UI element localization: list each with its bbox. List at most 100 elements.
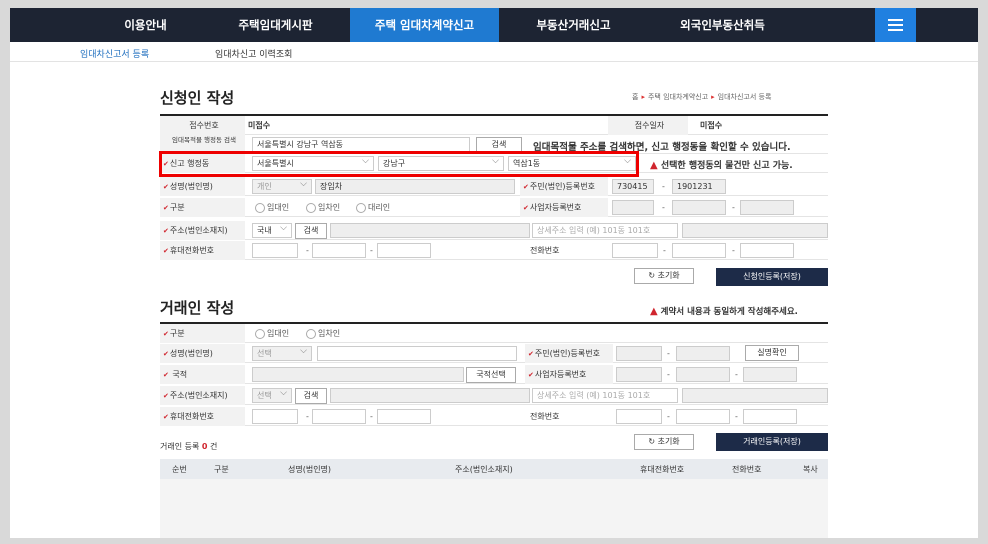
cp-count: 거래인 등록 0 건 — [160, 442, 218, 451]
cp-phone-dash: - — [735, 412, 738, 421]
bizno-dash: - — [662, 203, 665, 212]
mobile-second-input[interactable] — [312, 243, 366, 258]
breadcrumb-lease[interactable]: 주택 임대차계약신고 — [648, 93, 708, 101]
subnav-history[interactable]: 임대차신고 이력조회 — [215, 47, 292, 60]
cp-name-type-select[interactable]: 선택 — [252, 345, 312, 361]
top-nav: 이용안내 주택임대게시판 주택 임대차계약신고 부동산거래신고 외국인부동산취득 — [10, 8, 978, 42]
th-phone: 전화번호 — [732, 465, 762, 474]
cp-address-country-select[interactable]: 선택 — [252, 387, 292, 403]
admin-dong-note: ▲ 선택한 행정동의 물건만 신고 가능. — [650, 160, 793, 171]
radio-agent[interactable]: 대리인 — [356, 198, 390, 217]
phone-first-input[interactable] — [612, 243, 658, 258]
cp-mobile-first-input[interactable] — [252, 409, 298, 424]
bizno-third-input[interactable] — [740, 200, 794, 215]
warning-icon: ▲ — [650, 306, 658, 317]
receipt-no-value: 미접수 — [248, 121, 271, 130]
phone-dash: - — [732, 246, 735, 255]
cp-bizno-dash: - — [667, 370, 670, 379]
name-type-select[interactable]: 개인 — [252, 178, 312, 194]
radio-lessor[interactable]: 임대인 — [255, 198, 289, 217]
row-receipt: 접수번호 미접수 접수일자 미접수 — [160, 116, 828, 135]
lease-addr-input[interactable]: 서울특별시 강남구 역삼동 — [252, 137, 470, 152]
nav-item-lease-report[interactable]: 주택 임대차계약신고 — [350, 8, 499, 42]
cp-bizno-first-input[interactable] — [616, 367, 662, 382]
phone-third-input[interactable] — [740, 243, 794, 258]
nation-select-button[interactable]: 국적선택 — [466, 367, 516, 383]
cp-address-detail-input[interactable]: 상세주소 입력 (예) 101동 101호 — [532, 388, 678, 403]
refresh-icon: ↻ — [648, 271, 656, 280]
nav-item-foreigner[interactable]: 외국인부동산취득 — [648, 8, 797, 42]
cp-rrn-dash: - — [667, 349, 670, 358]
address-country-select[interactable]: 국내 — [252, 222, 292, 238]
phone-second-input[interactable] — [672, 243, 726, 258]
cp-type-label: ✔구분 — [160, 324, 245, 343]
cp-nation-label: ✔ 국적 — [160, 365, 245, 384]
th-copy: 복사 — [803, 465, 818, 474]
cp-save-button[interactable]: 거래인등록(저장) — [716, 433, 828, 451]
mobile-label: ✔휴대전화번호 — [160, 241, 245, 260]
cp-phone-label: 전화번호 — [530, 412, 560, 421]
radio-lessee[interactable]: 임차인 — [306, 198, 340, 217]
cp-phone-second-input[interactable] — [676, 409, 730, 424]
applicant-reset-button[interactable]: ↻ 초기화 — [634, 268, 694, 284]
cp-bizno-dash: - — [735, 370, 738, 379]
subnav-register[interactable]: 임대차신고서 등록 — [80, 47, 149, 60]
breadcrumb: 홈 ▸ 주택 임대차계약신고 ▸ 임대차신고서 등록 — [632, 93, 772, 101]
nav-item-guide[interactable]: 이용안내 — [90, 8, 201, 42]
cp-mobile-label: ✔휴대전화번호 — [160, 407, 245, 426]
cp-bizno-second-input[interactable] — [676, 367, 730, 382]
table-header: 순번 구분 성명(법인명) 주소(법인소재지) 휴대전화번호 전화번호 복사 — [160, 459, 828, 479]
nav-item-realestate-report[interactable]: 부동산거래신고 — [499, 8, 648, 42]
address-input[interactable] — [330, 223, 530, 238]
row-address: ✔주소(법인소재지) 국내 검색 상세주소 입력 (예) 101동 101호 — [160, 221, 828, 240]
cp-mobile-dash: - — [370, 412, 373, 421]
cp-bizno-third-input[interactable] — [743, 367, 797, 382]
cp-address-search-button[interactable]: 검색 — [295, 388, 327, 404]
verify-name-button[interactable]: 실명확인 — [745, 345, 799, 361]
rrn-second-input[interactable]: 1901231 — [672, 179, 726, 194]
row-type: ✔구분 임대인 임차인 대리인 ✔사업자등록번호 - - — [160, 198, 828, 217]
refresh-icon: ↻ — [648, 437, 656, 446]
cp-phone-dash: - — [667, 412, 670, 421]
receipt-date-value: 미접수 — [700, 121, 723, 130]
mobile-first-input[interactable] — [252, 243, 298, 258]
cp-nation-input[interactable] — [252, 367, 464, 382]
cp-rrn-second-input[interactable] — [676, 346, 730, 361]
rrn-first-input[interactable]: 730415 — [612, 179, 654, 194]
row-cp-phone: ✔휴대전화번호 - - 전화번호 - - — [160, 407, 828, 426]
cp-radio-lessor[interactable]: 임대인 — [255, 324, 289, 343]
cp-address-input[interactable] — [330, 388, 530, 403]
row-cp-name: ✔성명(법인명) 선택 ✔주민(법인)등록번호 - 실명확인 — [160, 344, 828, 363]
address-search-button[interactable]: 검색 — [295, 223, 327, 239]
mobile-third-input[interactable] — [377, 243, 431, 258]
bizno-first-input[interactable] — [612, 200, 654, 215]
hamburger-menu-icon[interactable] — [875, 8, 916, 42]
cp-rrn-first-input[interactable] — [616, 346, 662, 361]
row-cp-type: ✔구분 임대인 임차인 — [160, 324, 828, 343]
cp-radio-lessee[interactable]: 임차인 — [306, 324, 340, 343]
address-extra-input[interactable] — [682, 223, 828, 238]
cp-phone-first-input[interactable] — [616, 409, 662, 424]
cp-mobile-dash: - — [306, 412, 309, 421]
row-cp-address: ✔주소(법인소재지) 선택 검색 상세주소 입력 (예) 101동 101호 — [160, 386, 828, 405]
phone-dash: - — [663, 246, 666, 255]
applicant-save-button[interactable]: 신청인등록(저장) — [716, 268, 828, 286]
row-cp-nation: ✔ 국적 국적선택 ✔사업자등록번호 - - — [160, 365, 828, 384]
th-address: 주소(법인소재지) — [455, 465, 513, 474]
cp-mobile-third-input[interactable] — [377, 409, 431, 424]
cp-reset-button[interactable]: ↻ 초기화 — [634, 434, 694, 450]
address-detail-input[interactable]: 상세주소 입력 (예) 101동 101호 — [532, 223, 678, 238]
mobile-dash: - — [370, 246, 373, 255]
cp-address-extra-input[interactable] — [682, 388, 828, 403]
name-input[interactable]: 장임차 — [315, 179, 515, 194]
cp-rrn-label: ✔주민(법인)등록번호 — [525, 344, 613, 363]
nav-item-rental-board[interactable]: 주택임대게시판 — [201, 8, 350, 42]
cp-name-input[interactable] — [317, 346, 517, 361]
bizno-second-input[interactable] — [672, 200, 726, 215]
counterparty-title: 거래인 작성 — [160, 299, 235, 317]
cp-bizno-label: ✔사업자등록번호 — [525, 365, 613, 384]
breadcrumb-home[interactable]: 홈 — [632, 93, 638, 101]
cp-name-label: ✔성명(법인명) — [160, 344, 245, 363]
cp-mobile-second-input[interactable] — [312, 409, 366, 424]
cp-phone-third-input[interactable] — [743, 409, 797, 424]
